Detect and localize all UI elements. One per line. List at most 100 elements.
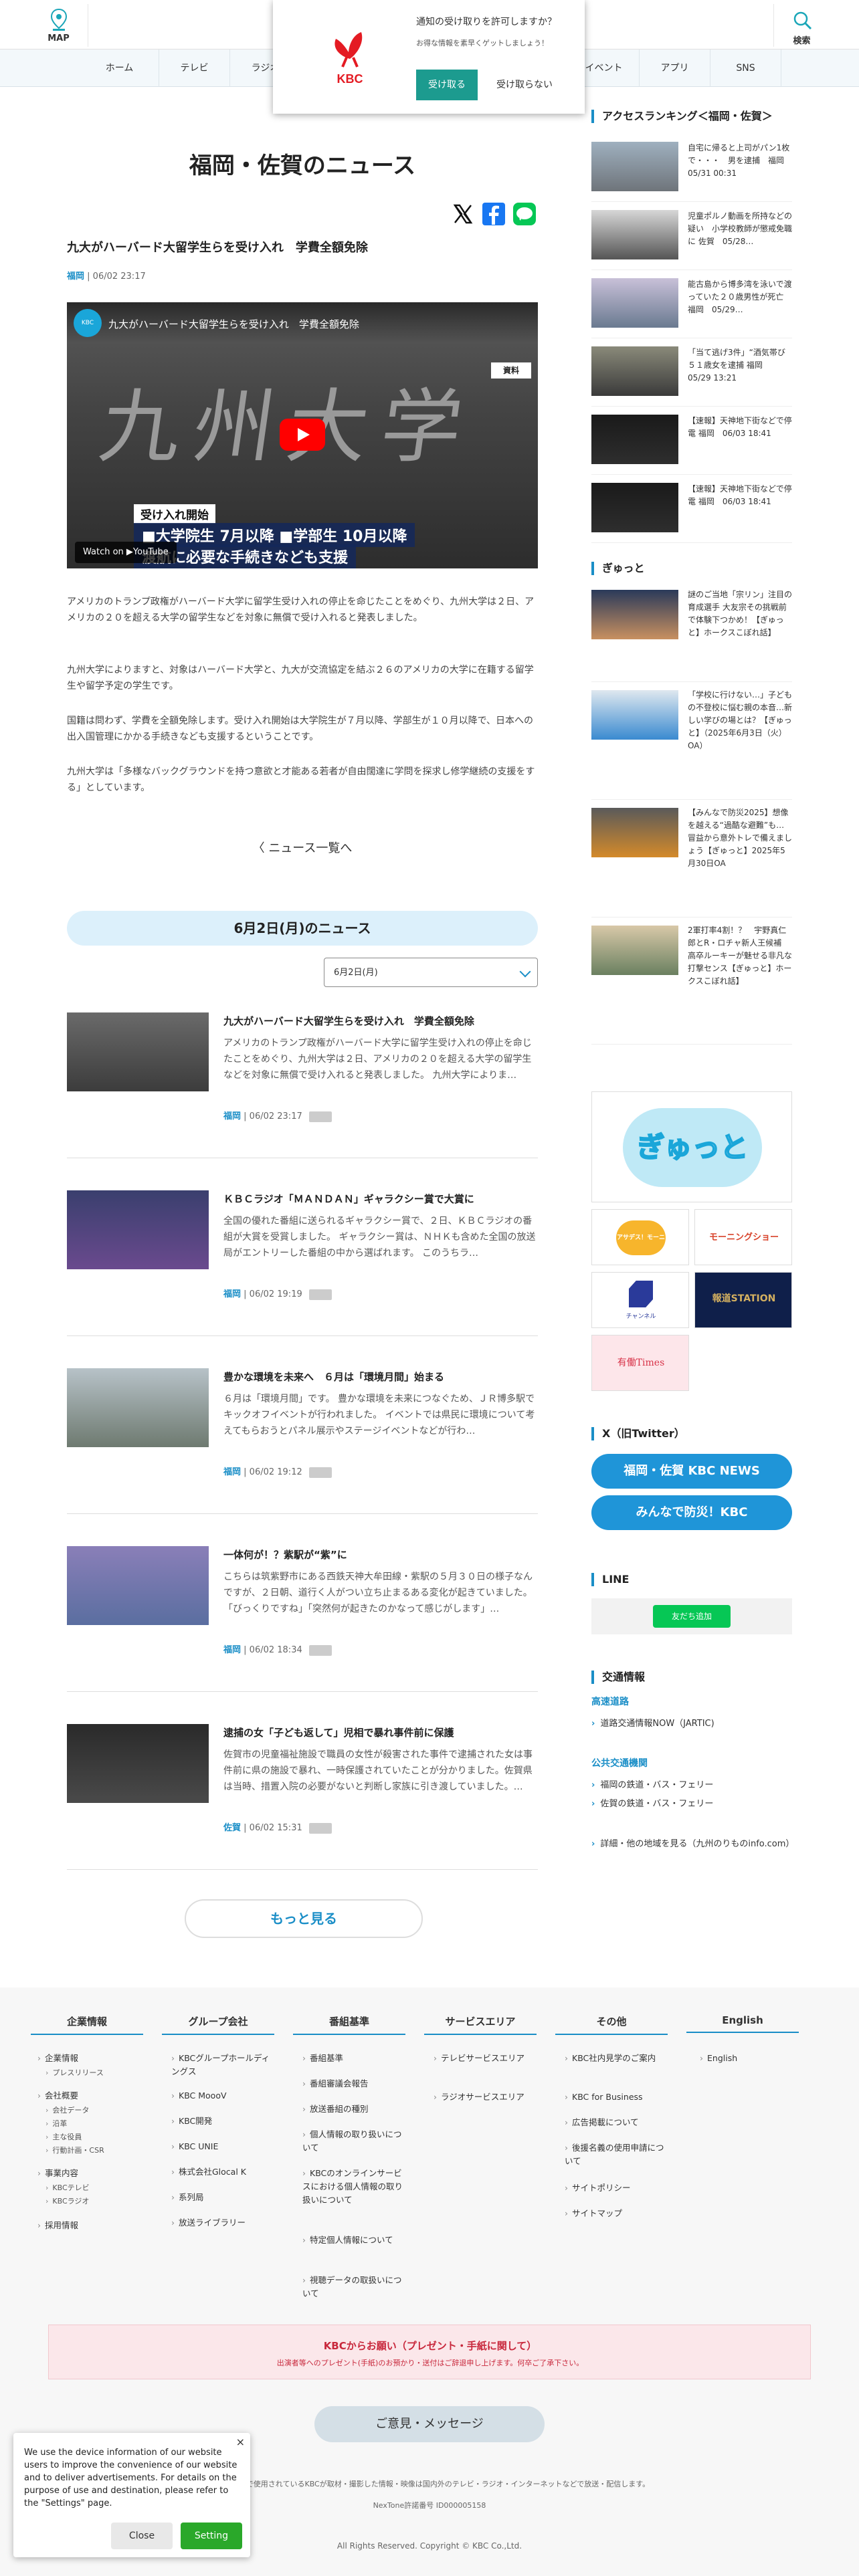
news-area[interactable]: 福岡 bbox=[223, 1467, 241, 1477]
traffic-public-link[interactable]: 福岡の鉄道・バス・フェリー bbox=[591, 1779, 792, 1792]
line-add-friend-button[interactable]: 友だち追加 bbox=[653, 1605, 731, 1628]
gyutto-item[interactable]: 【みんなで防災2025】想像を越える“過酷な避難”も…冒益から意外トレで備えまし… bbox=[591, 800, 792, 918]
gyutto-text[interactable]: 謎のご当地「宗リン」注目の育成選手 大友宗その挑戦前で体験下つかめ！【ぎゅっと】… bbox=[688, 588, 792, 639]
footer-sublink[interactable]: 沿革 bbox=[45, 2117, 146, 2131]
news-list-item[interactable]: 一体何が！？紫駅が“紫”に こちらは筑紫野市にある西鉄天神大牟田線・紫駅の５月３… bbox=[67, 1527, 538, 1692]
gyutto-thumbnail[interactable] bbox=[591, 926, 678, 975]
video-player[interactable]: 九州大学 KBC 九大がハーバード大留学生らを受け入れ 学費全額免除 資料 受け… bbox=[67, 302, 538, 568]
news-area[interactable]: 福岡 bbox=[223, 1111, 241, 1121]
morning-banner-1[interactable]: アサデス！モーニング bbox=[591, 1209, 689, 1276]
back-to-list-link[interactable]: 〈 ニュース一覧へ bbox=[201, 839, 404, 856]
gyutto-thumbnail[interactable] bbox=[591, 690, 678, 740]
footer-link[interactable]: 採用情報 bbox=[37, 2219, 138, 2232]
article-area[interactable]: 福岡 bbox=[67, 272, 84, 282]
gyutto-item[interactable]: 謎のご当地「宗リン」注目の育成選手 大友宗その挑戦前で体験下つかめ！【ぎゅっと】… bbox=[591, 582, 792, 682]
news-title[interactable]: ＫＢＣラジオ「ＭＡＮＤＡＮ」ギャラクシー賞で大賞に bbox=[223, 1192, 538, 1206]
ranking-thumbnail[interactable] bbox=[591, 278, 678, 328]
news-title[interactable]: 九大がハーバード大留学生らを受け入れ 学費全額免除 bbox=[223, 1014, 538, 1029]
ranking-item[interactable]: 自宅に帰ると上司がパン1枚で・・・ 男を逮捕 福岡 05/31 00:31 bbox=[591, 134, 792, 202]
footer-link[interactable]: テレビサービスエリア bbox=[434, 2052, 534, 2065]
news-list-item[interactable]: 豊かな環境を未来へ ６月は「環境月間」始まる ６月は「環境月間」です。 豊かな環… bbox=[67, 1350, 538, 1514]
watch-on-youtube[interactable]: Watch on ▶YouTube bbox=[75, 542, 177, 563]
play-icon[interactable] bbox=[280, 419, 325, 451]
ranking-text[interactable]: 能古島から博多湾を泳いで渡っていた２０歳男性が死亡 福岡 05/29… bbox=[688, 278, 792, 316]
footer-link[interactable]: 株式会社Glocal K bbox=[171, 2165, 272, 2179]
station-banner[interactable]: 報道STATION bbox=[694, 1272, 792, 1328]
gyutto-item[interactable]: 2軍打率4割！？ 宇野真仁郎とR・ロチャ新人王候補 高卒ルーキーが魅せる非凡な打… bbox=[591, 918, 792, 1045]
opinion-button[interactable]: ご意見・メッセージ bbox=[314, 2406, 545, 2442]
date-select[interactable]: 6月2日(月) bbox=[324, 958, 538, 987]
footer-link[interactable]: 個人情報の取り扱いについて bbox=[302, 2128, 403, 2155]
footer-link[interactable]: KBC社内見学のご案内 bbox=[565, 2052, 665, 2065]
ranking-text[interactable]: 【速報】天神地下街などで停電 福岡 06/03 18:41 bbox=[688, 483, 792, 508]
footer-link[interactable]: 企業情報 bbox=[37, 2052, 138, 2065]
footer-link[interactable]: 番組基準 bbox=[302, 2052, 403, 2065]
footer-link[interactable]: KBC for Business bbox=[565, 2090, 665, 2104]
news-title[interactable]: 豊かな環境を未来へ ６月は「環境月間」始まる bbox=[223, 1370, 538, 1384]
x-account-button-news[interactable]: 福岡・佐賀 KBC NEWS bbox=[591, 1454, 792, 1489]
channel-banner[interactable]: チャンネル bbox=[591, 1272, 689, 1328]
gyutto-text[interactable]: 2軍打率4割！？ 宇野真仁郎とR・ロチャ新人王候補 高卒ルーキーが魅せる非凡な打… bbox=[688, 924, 792, 988]
news-thumbnail[interactable] bbox=[67, 1546, 209, 1625]
gyutto-text[interactable]: 【みんなで防災2025】想像を越える“過酷な避難”も…冒益から意外トレで備えまし… bbox=[688, 807, 792, 870]
footer-sublink[interactable]: KBCラジオ bbox=[45, 2195, 146, 2208]
nav-item-tv[interactable]: テレビ bbox=[159, 49, 230, 87]
times-banner[interactable]: 有働Times bbox=[591, 1335, 689, 1391]
news-area[interactable]: 福岡 bbox=[223, 1645, 241, 1655]
ranking-item[interactable]: 児童ポルノ動画を所持などの疑い 小学校教師が懲戒免職に 佐賀 05/28… bbox=[591, 202, 792, 270]
line-share-icon[interactable] bbox=[512, 202, 537, 226]
ranking-item[interactable]: 【速報】天神地下街などで停電 福岡 06/03 18:41 bbox=[591, 475, 792, 543]
nav-item-home[interactable]: ホーム bbox=[80, 49, 159, 87]
footer-link[interactable]: English bbox=[700, 2052, 800, 2065]
traffic-road-link[interactable]: 道路交通情報NOW（JARTIC) bbox=[591, 1717, 792, 1731]
video-title[interactable]: 九大がハーバード大留学生らを受け入れ 学費全額免除 bbox=[108, 317, 359, 331]
morning-banner-2[interactable]: モーニングショー bbox=[694, 1209, 792, 1265]
cookie-setting-button[interactable]: Setting bbox=[181, 2523, 242, 2549]
news-list-item[interactable]: 九大がハーバード大留学生らを受け入れ 学費全額免除 アメリカのトランプ政権がハー… bbox=[67, 994, 538, 1158]
traffic-public-link[interactable]: 佐賀の鉄道・バス・フェリー bbox=[591, 1798, 792, 1811]
news-thumbnail[interactable] bbox=[67, 1012, 209, 1091]
cookie-close-button[interactable]: Close bbox=[111, 2523, 173, 2549]
nav-item-sns[interactable]: SNS bbox=[710, 49, 781, 87]
x-account-button-bousai[interactable]: みんなで防災！KBC bbox=[591, 1495, 792, 1530]
gyutto-thumbnail[interactable] bbox=[591, 808, 678, 857]
ranking-item[interactable]: 能古島から博多湾を泳いで渡っていた２０歳男性が死亡 福岡 05/29… bbox=[591, 270, 792, 338]
gyutto-banner[interactable]: ぎゅっと bbox=[591, 1091, 792, 1202]
ranking-thumbnail[interactable] bbox=[591, 346, 678, 396]
ranking-thumbnail[interactable] bbox=[591, 483, 678, 532]
footer-sublink[interactable]: KBCテレビ bbox=[45, 2181, 146, 2195]
gyutto-item[interactable]: 「学校に行けない…」子どもの不登校に悩む親の本音…新しい学びの場とは？【ぎゅっと… bbox=[591, 682, 792, 800]
footer-link[interactable]: 特定個人情報について bbox=[302, 2234, 403, 2247]
news-list-item[interactable]: ＫＢＣラジオ「ＭＡＮＤＡＮ」ギャラクシー賞で大賞に 全国の優れた番組に送られるギ… bbox=[67, 1172, 538, 1336]
footer-link[interactable]: 広告掲載について bbox=[565, 2116, 665, 2129]
notification-accept-button[interactable]: 受け取る bbox=[416, 70, 478, 100]
ranking-text[interactable]: 【速報】天神地下街などで停電 福岡 06/03 18:41 bbox=[688, 415, 792, 440]
gyutto-text[interactable]: 「学校に行けない…」子どもの不登校に悩む親の本音…新しい学びの場とは？【ぎゅっと… bbox=[688, 689, 792, 752]
news-title[interactable]: 一体何が！？紫駅が“紫”に bbox=[223, 1547, 538, 1562]
footer-link[interactable]: KBC MoooV bbox=[171, 2089, 272, 2103]
news-thumbnail[interactable] bbox=[67, 1190, 209, 1269]
footer-link[interactable]: サイトポリシー bbox=[565, 2181, 665, 2195]
ranking-thumbnail[interactable] bbox=[591, 210, 678, 259]
news-list-item[interactable]: 逮捕の女「子ども返して」児相で暴れ事件前に保護 佐賀市の児童福祉施設で職員の女性… bbox=[67, 1705, 538, 1870]
footer-link[interactable]: 会社概要 bbox=[37, 2089, 138, 2103]
news-thumbnail[interactable] bbox=[67, 1368, 209, 1447]
ranking-item[interactable]: 【速報】天神地下街などで停電 福岡 06/03 18:41 bbox=[591, 407, 792, 475]
news-thumbnail[interactable] bbox=[67, 1724, 209, 1803]
gyutto-thumbnail[interactable] bbox=[591, 590, 678, 639]
footer-link[interactable]: 視聴データの取扱いについて bbox=[302, 2274, 403, 2300]
facebook-share-icon[interactable] bbox=[482, 202, 506, 226]
footer-sublink[interactable]: プレスリリース bbox=[45, 2066, 146, 2080]
ranking-thumbnail[interactable] bbox=[591, 415, 678, 464]
ranking-text[interactable]: 児童ポルノ動画を所持などの疑い 小学校教師が懲戒免職に 佐賀 05/28… bbox=[688, 210, 792, 248]
news-area[interactable]: 佐賀 bbox=[223, 1823, 241, 1833]
map-button[interactable]: MAP bbox=[29, 4, 88, 47]
footer-link[interactable]: 系列局 bbox=[171, 2191, 272, 2204]
footer-link[interactable]: 後援名義の使用申請について bbox=[565, 2141, 665, 2168]
footer-sublink[interactable]: 行動計画・CSR bbox=[45, 2144, 146, 2157]
news-area[interactable]: 福岡 bbox=[223, 1289, 241, 1299]
footer-sublink[interactable]: 会社データ bbox=[45, 2104, 146, 2117]
ranking-text[interactable]: 「当て逃げ3件」“酒気帯び５１歳女を逮捕 福岡 05/29 13:21 bbox=[688, 346, 792, 385]
footer-link[interactable]: KBC開発 bbox=[171, 2115, 272, 2128]
channel-avatar[interactable]: KBC bbox=[74, 309, 102, 337]
